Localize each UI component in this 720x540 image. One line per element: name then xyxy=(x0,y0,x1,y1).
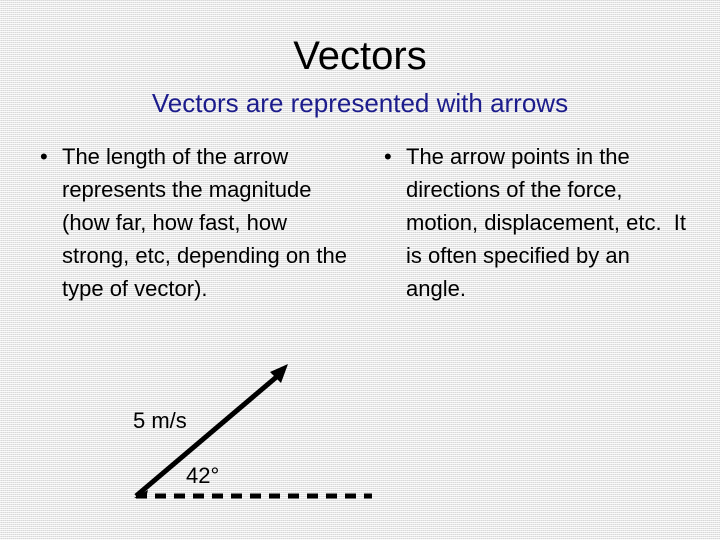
list-item: • The length of the arrow represents the… xyxy=(40,140,372,305)
slide-canvas: Vectors Vectors are represented with arr… xyxy=(0,0,720,540)
vector-diagram-svg xyxy=(134,364,372,499)
velocity-vector-diagram xyxy=(110,350,410,530)
bullet-column-right: • The arrow points in the directions of … xyxy=(372,140,720,305)
bullet-dot-icon: • xyxy=(40,144,48,169)
bullet-dot-icon: • xyxy=(384,144,392,169)
list-item: • The arrow points in the directions of … xyxy=(384,140,720,305)
page-title: Vectors xyxy=(293,34,427,78)
slide-subtitle: Vectors are represented with arrows xyxy=(151,88,569,118)
vector-angle-label: 42° xyxy=(186,463,220,488)
bullet-text-arrow-direction: The arrow points in the directions of th… xyxy=(406,144,693,301)
bullet-text-length-of-arrow: The length of the arrow represents the m… xyxy=(62,144,354,301)
bullet-columns: • The length of the arrow represents the… xyxy=(0,140,720,350)
vector-magnitude-label: 5 m/s xyxy=(133,408,187,433)
bullet-column-left: • The length of the arrow represents the… xyxy=(0,140,372,305)
